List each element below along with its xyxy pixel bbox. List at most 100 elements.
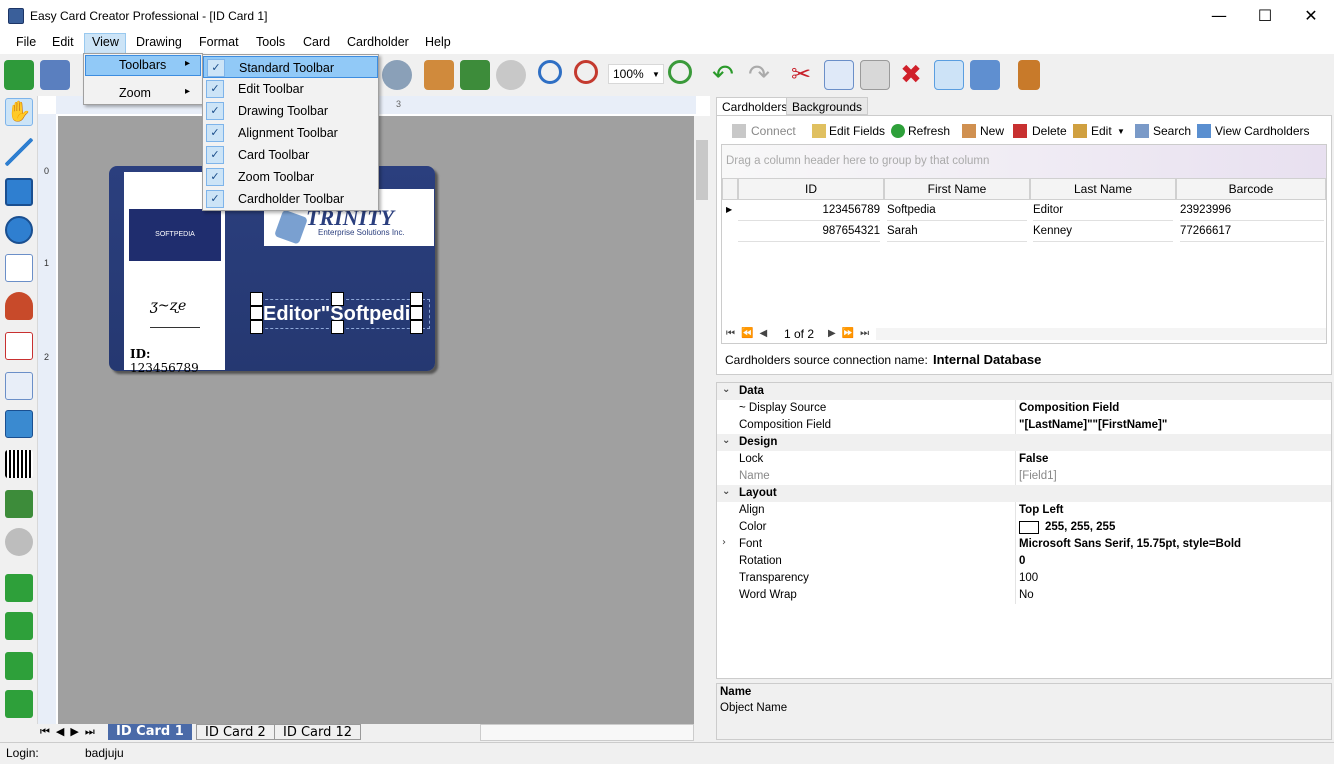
align-left-icon[interactable] bbox=[5, 574, 33, 602]
column-header-id[interactable]: ID bbox=[738, 178, 884, 200]
toolbar-toggle-item[interactable]: ✓ Drawing Toolbar bbox=[203, 100, 378, 122]
new-card-icon[interactable] bbox=[4, 60, 34, 90]
database-field-icon[interactable] bbox=[5, 332, 33, 360]
menu-item-toolbars[interactable]: Toolbars bbox=[119, 58, 166, 72]
redo-icon[interactable]: ↷ bbox=[744, 60, 774, 90]
menu-drawing[interactable]: Drawing bbox=[136, 35, 182, 49]
line-tool-icon[interactable] bbox=[5, 138, 33, 166]
table-cell[interactable]: Editor bbox=[1033, 200, 1173, 221]
table-cell[interactable]: 123456789 bbox=[738, 200, 880, 221]
resize-handle[interactable] bbox=[331, 320, 344, 334]
id-field[interactable]: ID: 123456789 bbox=[124, 342, 225, 375]
align-top-icon[interactable] bbox=[5, 652, 33, 680]
paint-icon[interactable] bbox=[460, 60, 490, 90]
fingerprint-icon[interactable] bbox=[496, 60, 526, 90]
table-cell[interactable]: 987654321 bbox=[738, 221, 880, 242]
property-row[interactable]: ~ Display Source Composition Field bbox=[717, 400, 1331, 417]
view-cardholders-button[interactable]: View Cardholders bbox=[1215, 124, 1310, 138]
toolbar-toggle-item[interactable]: ✓ Edit Toolbar bbox=[203, 78, 378, 100]
column-header-last-name[interactable]: Last Name bbox=[1030, 178, 1176, 200]
property-value[interactable]: No bbox=[1019, 589, 1034, 601]
toolbar-toggle-item[interactable]: ✓ Cardholder Toolbar bbox=[203, 188, 378, 210]
menu-tools[interactable]: Tools bbox=[256, 35, 285, 49]
close-button[interactable]: ✕ bbox=[1288, 0, 1334, 31]
grid-horizontal-scrollbar[interactable] bbox=[876, 328, 1326, 340]
search-button[interactable]: Search bbox=[1153, 124, 1191, 138]
cardholder-edit-icon[interactable] bbox=[424, 60, 454, 90]
column-header-barcode[interactable]: Barcode bbox=[1176, 178, 1326, 200]
property-row[interactable]: Name [Field1] bbox=[717, 468, 1331, 485]
column-header-first-name[interactable]: First Name bbox=[884, 178, 1030, 200]
text-tool-icon[interactable] bbox=[5, 254, 33, 282]
tab-id-card-2[interactable]: ID Card 2 bbox=[196, 724, 275, 740]
property-row[interactable]: Align Top Left bbox=[717, 502, 1331, 519]
tab-cardholders[interactable]: Cardholders bbox=[716, 97, 794, 115]
new-button[interactable]: New bbox=[980, 124, 1004, 138]
table-cell[interactable]: Kenney bbox=[1033, 221, 1173, 242]
pager-next-last-icons[interactable]: ▶⏩⏭ bbox=[828, 328, 875, 339]
menu-card[interactable]: Card bbox=[303, 35, 330, 49]
tab-backgrounds[interactable]: Backgrounds bbox=[786, 97, 869, 115]
zoom-out-icon[interactable] bbox=[574, 60, 598, 84]
signature-tool-icon[interactable] bbox=[5, 490, 33, 518]
company-logo[interactable]: SOFTPEDIA bbox=[129, 209, 221, 261]
property-row[interactable]: Composition Field "[LastName]""[FirstName… bbox=[717, 417, 1331, 434]
image-tool-icon[interactable] bbox=[5, 410, 33, 438]
open-card-icon[interactable] bbox=[40, 60, 70, 90]
menu-cardholder[interactable]: Cardholder bbox=[347, 35, 409, 49]
property-value[interactable]: Top Left bbox=[1019, 504, 1064, 516]
zoom-in-icon[interactable] bbox=[538, 60, 562, 84]
property-value[interactable]: 255, 255, 255 bbox=[1045, 521, 1115, 533]
toolbar-toggle-item[interactable]: ✓ Card Toolbar bbox=[203, 144, 378, 166]
toolbar-toggle-item[interactable]: ✓ Alignment Toolbar bbox=[203, 122, 378, 144]
undo-icon[interactable]: ↶ bbox=[708, 60, 738, 90]
property-category[interactable]: ⌄ Design bbox=[717, 434, 1331, 451]
paste-icon[interactable] bbox=[860, 60, 890, 90]
edit-button[interactable]: Edit bbox=[1091, 124, 1112, 138]
property-value[interactable]: 0 bbox=[1019, 555, 1025, 567]
edit-dropdown-icon[interactable]: ▼ bbox=[1117, 127, 1125, 136]
resize-handle[interactable] bbox=[250, 292, 263, 306]
tab-id-card-1[interactable]: ID Card 1 bbox=[108, 724, 192, 740]
property-value[interactable]: "[LastName]""[FirstName]" bbox=[1019, 419, 1167, 431]
collapse-chevron-icon[interactable]: ⌄ bbox=[722, 384, 730, 395]
fingerprint-tool-icon[interactable] bbox=[5, 528, 33, 556]
table-cell[interactable]: 23923996 bbox=[1180, 200, 1324, 221]
table-cell[interactable]: Sarah bbox=[887, 221, 1027, 242]
align-bottom-icon[interactable] bbox=[5, 690, 33, 718]
tab-navigation-icons[interactable]: ⏮◀▶⏭ bbox=[40, 725, 101, 739]
collapse-chevron-icon[interactable]: ⌄ bbox=[722, 435, 730, 446]
property-value[interactable]: Microsoft Sans Serif, 15.75pt, style=Bol… bbox=[1019, 538, 1241, 550]
property-value[interactable]: Composition Field bbox=[1019, 402, 1119, 414]
edit-fields-button[interactable]: Edit Fields bbox=[829, 124, 885, 138]
barcode-tool-icon[interactable] bbox=[5, 450, 33, 478]
minimize-button[interactable]: — bbox=[1196, 0, 1242, 31]
property-row[interactable]: Transparency 100 bbox=[717, 570, 1331, 587]
expand-chevron-icon[interactable]: › bbox=[722, 537, 726, 548]
property-row[interactable]: Rotation 0 bbox=[717, 553, 1331, 570]
property-row[interactable]: Word Wrap No bbox=[717, 587, 1331, 604]
table-cell[interactable]: 77266617 bbox=[1180, 221, 1324, 242]
rectangle-tool-icon[interactable] bbox=[5, 178, 33, 206]
menu-item-zoom[interactable]: Zoom bbox=[119, 86, 151, 100]
print-preview-icon[interactable] bbox=[934, 60, 964, 90]
pointer-hand-icon[interactable]: ✋ bbox=[5, 98, 33, 126]
canvas-horizontal-scrollbar[interactable] bbox=[480, 724, 694, 741]
table-cell[interactable]: Softpedia bbox=[887, 200, 1027, 221]
scrollbar-thumb[interactable] bbox=[696, 140, 708, 200]
toolbar-toggle-item[interactable]: ✓ Standard Toolbar bbox=[203, 56, 378, 78]
print-icon[interactable] bbox=[970, 60, 1000, 90]
resize-handle[interactable] bbox=[331, 292, 344, 306]
property-value[interactable]: 100 bbox=[1019, 572, 1038, 584]
pager-first-prev-icons[interactable]: ⏮⏪◀ bbox=[726, 328, 773, 339]
resize-handle[interactable] bbox=[410, 320, 423, 334]
collapse-chevron-icon[interactable]: ⌄ bbox=[722, 486, 730, 497]
signature-image[interactable]: ʒ~ʐe bbox=[150, 298, 200, 328]
ellipse-tool-icon[interactable] bbox=[5, 216, 33, 244]
property-value[interactable]: [Field1] bbox=[1019, 470, 1057, 482]
cut-icon[interactable]: ✂ bbox=[786, 60, 816, 90]
resize-handle[interactable] bbox=[410, 292, 423, 306]
canvas-vertical-scrollbar[interactable] bbox=[694, 116, 710, 724]
refresh-button[interactable]: Refresh bbox=[908, 124, 950, 138]
align-center-icon[interactable] bbox=[5, 612, 33, 640]
